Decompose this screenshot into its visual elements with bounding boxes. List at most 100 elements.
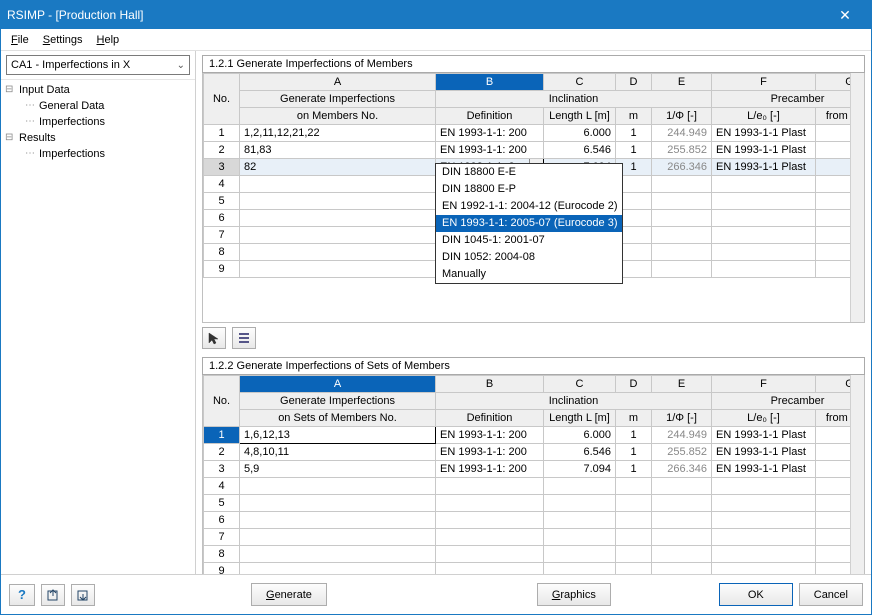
cell[interactable]: 244.949 — [652, 427, 712, 444]
tree-general-data[interactable]: ⋯General Data — [5, 98, 191, 114]
row-header[interactable]: 6 — [204, 210, 240, 227]
dropdown-option[interactable]: DIN 18800 E-E — [436, 164, 622, 181]
cell[interactable] — [652, 546, 712, 563]
cell[interactable] — [816, 563, 851, 575]
cell[interactable]: EN 1993-1-1: 200 — [436, 125, 544, 142]
cell[interactable] — [712, 176, 816, 193]
col-D-header[interactable]: D — [616, 74, 652, 91]
dropdown-option[interactable]: DIN 1045-1: 2001-07 — [436, 232, 622, 249]
cell[interactable] — [240, 495, 436, 512]
cell[interactable] — [616, 546, 652, 563]
col-A-header[interactable]: A — [240, 74, 436, 91]
row-header[interactable]: 5 — [204, 495, 240, 512]
cell[interactable] — [712, 478, 816, 495]
cell[interactable] — [240, 244, 436, 261]
cell[interactable]: 1,2,11,12,21,22 — [240, 125, 436, 142]
table-row[interactable]: 5 — [204, 495, 851, 512]
cell[interactable] — [816, 244, 851, 261]
cell[interactable]: EN 1993-1-1 Plast — [712, 444, 816, 461]
col-no-header[interactable]: No. — [204, 74, 240, 125]
cell[interactable] — [652, 244, 712, 261]
col-E-header[interactable]: E — [652, 74, 712, 91]
menu-file[interactable]: File — [5, 32, 35, 48]
dropdown-option[interactable]: Manually — [436, 266, 622, 283]
generate-button[interactable]: Generate — [251, 583, 327, 606]
row-header[interactable]: 4 — [204, 176, 240, 193]
cell[interactable]: EN 1993-1-1 Plast — [712, 159, 816, 176]
cell[interactable]: 82 — [240, 159, 436, 176]
col-D-header[interactable]: D — [616, 376, 652, 393]
cancel-button[interactable]: Cancel — [799, 583, 863, 606]
window-close-button[interactable]: ✕ — [825, 1, 865, 29]
cell[interactable] — [436, 563, 544, 575]
cell[interactable]: EN 1993-1-1: 200 — [436, 427, 544, 444]
cell[interactable] — [240, 512, 436, 529]
col-F-header[interactable]: F — [712, 74, 816, 91]
cell[interactable]: 1.600 — [816, 444, 851, 461]
table-row[interactable]: 6 — [204, 512, 851, 529]
cell[interactable] — [240, 529, 436, 546]
member-list-button[interactable] — [232, 327, 256, 349]
cell[interactable]: 6.546 — [544, 444, 616, 461]
table-row[interactable]: 9 — [204, 563, 851, 575]
cell[interactable] — [544, 495, 616, 512]
cell[interactable]: 0.000 — [816, 427, 851, 444]
col-G-header[interactable]: G — [816, 74, 851, 91]
ok-button[interactable]: OK — [719, 583, 793, 606]
row-header[interactable]: 1 — [204, 427, 240, 444]
cell[interactable] — [616, 478, 652, 495]
cell[interactable] — [240, 210, 436, 227]
cell[interactable] — [816, 495, 851, 512]
cell[interactable] — [616, 512, 652, 529]
cell[interactable]: EN 1993-1-1 Plast — [712, 142, 816, 159]
row-header[interactable]: 9 — [204, 563, 240, 575]
case-combo[interactable]: CA1 - Imperfections in X ⌄ — [6, 55, 190, 75]
cell[interactable] — [712, 529, 816, 546]
cell[interactable] — [652, 261, 712, 278]
col-C-header[interactable]: C — [544, 74, 616, 91]
cell[interactable] — [712, 193, 816, 210]
cell[interactable] — [816, 529, 851, 546]
table-row[interactable]: 281,83EN 1993-1-1: 2006.5461255.852EN 19… — [204, 142, 851, 159]
row-header[interactable]: 8 — [204, 244, 240, 261]
cell[interactable] — [652, 495, 712, 512]
cell[interactable]: EN 1993-1-1: 200 — [436, 444, 544, 461]
cell[interactable] — [712, 227, 816, 244]
cell[interactable] — [816, 512, 851, 529]
cell[interactable] — [616, 529, 652, 546]
table-row[interactable]: 11,6,12,13EN 1993-1-1: 2006.0001244.949E… — [204, 427, 851, 444]
cell[interactable] — [616, 563, 652, 575]
tree-group-input[interactable]: ⊟Input Data — [5, 82, 191, 98]
row-header[interactable]: 2 — [204, 444, 240, 461]
cell[interactable]: 6.546 — [544, 142, 616, 159]
row-header[interactable]: 2 — [204, 142, 240, 159]
tree-imperfections-res[interactable]: ⋯Imperfections — [5, 146, 191, 162]
col-A-header[interactable]: A — [240, 376, 436, 393]
cell[interactable]: 266.346 — [652, 159, 712, 176]
cell[interactable]: 1,6,12,13 — [240, 427, 436, 444]
cell[interactable]: EN 1993-1-1 Plast — [712, 461, 816, 478]
cell[interactable] — [436, 546, 544, 563]
row-header[interactable]: 8 — [204, 546, 240, 563]
cell[interactable]: 6.000 — [544, 427, 616, 444]
pick-member-button[interactable] — [202, 327, 226, 349]
help-button[interactable]: ? — [9, 584, 35, 606]
cell[interactable] — [652, 529, 712, 546]
scrollbar-vertical[interactable] — [850, 375, 864, 574]
cell[interactable] — [240, 563, 436, 575]
cell[interactable]: 1 — [616, 427, 652, 444]
cell[interactable]: EN 1993-1-1 Plast — [712, 125, 816, 142]
cell[interactable] — [616, 495, 652, 512]
dropdown-option[interactable]: EN 1993-1-1: 2005-07 (Eurocode 3) — [436, 215, 622, 232]
cell[interactable] — [652, 193, 712, 210]
cell[interactable] — [652, 176, 712, 193]
row-header[interactable]: 3 — [204, 159, 240, 176]
row-header[interactable]: 6 — [204, 512, 240, 529]
cell[interactable] — [712, 546, 816, 563]
cell[interactable] — [816, 193, 851, 210]
cell[interactable] — [436, 495, 544, 512]
cell[interactable] — [436, 529, 544, 546]
import-button[interactable] — [71, 584, 95, 606]
cell[interactable]: 1 — [616, 125, 652, 142]
cell[interactable] — [816, 478, 851, 495]
